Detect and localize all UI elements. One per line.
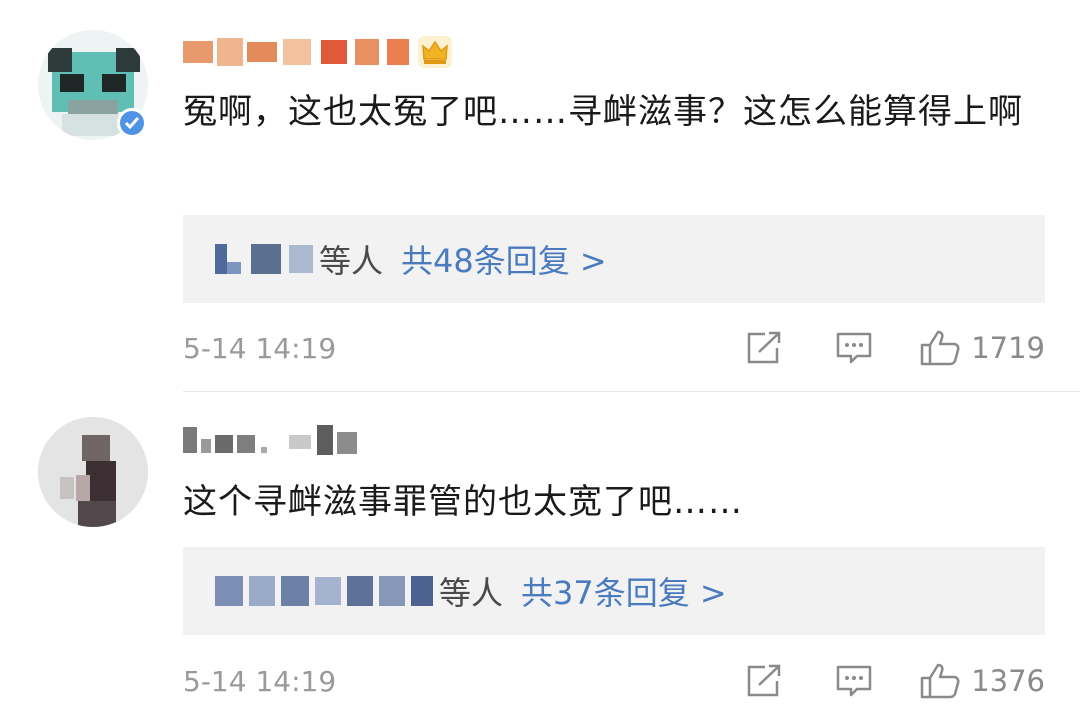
blurred-reply-names xyxy=(215,571,433,611)
reply-suffix: 等人 xyxy=(319,242,384,280)
reply-count-link[interactable]: 共37条回复 > xyxy=(521,568,727,614)
comment-icon xyxy=(836,332,872,364)
share-icon xyxy=(747,664,781,697)
comment-item: 冤啊，这也太冤了吧……寻衅滋事？这怎么能算得上啊 等人 共48条回复 > 5-1… xyxy=(0,0,1080,392)
crown-icon xyxy=(418,36,452,68)
reply-summary[interactable]: 等人 共37条回复 > xyxy=(183,547,1045,635)
reply-summary[interactable]: 等人 共48条回复 > xyxy=(183,215,1045,303)
comment-meta: 5-14 14:19 xyxy=(183,323,1045,373)
thumbs-up-icon xyxy=(920,663,960,699)
timestamp: 5-14 14:19 xyxy=(183,331,337,365)
blurred-username xyxy=(183,420,357,460)
like-count: 1376 xyxy=(971,664,1045,698)
username[interactable] xyxy=(183,420,357,460)
comment-actions: 1719 xyxy=(745,329,1045,367)
blurred-username xyxy=(183,32,409,72)
timestamp: 5-14 14:19 xyxy=(183,664,337,698)
thumbs-up-icon xyxy=(920,330,960,366)
comment-icon xyxy=(836,665,872,697)
like-button[interactable]: 1719 xyxy=(919,329,1045,367)
like-count: 1719 xyxy=(971,331,1045,365)
comment-text: 冤啊，这也太冤了吧……寻衅滋事？这怎么能算得上啊 xyxy=(183,92,1023,132)
comment-button[interactable] xyxy=(835,663,873,699)
username[interactable] xyxy=(183,32,453,72)
comment-text: 这个寻衅滋事罪管的也太宽了吧…… xyxy=(183,482,743,522)
like-button[interactable]: 1376 xyxy=(919,662,1045,700)
share-icon xyxy=(747,331,781,364)
reply-count-link[interactable]: 共48条回复 > xyxy=(401,236,607,282)
comment-actions: 1376 xyxy=(745,662,1045,700)
comment-item: 这个寻衅滋事罪管的也太宽了吧…… 等人 共37条回复 > 5-14 14:19 xyxy=(0,392,1080,715)
share-button[interactable] xyxy=(745,330,783,366)
share-button[interactable] xyxy=(745,663,783,699)
verified-icon xyxy=(117,108,147,138)
reply-suffix: 等人 xyxy=(439,574,504,612)
avatar[interactable] xyxy=(38,417,148,527)
comment-button[interactable] xyxy=(835,330,873,366)
comment-meta: 5-14 14:19 xyxy=(183,656,1045,706)
blurred-reply-names xyxy=(215,239,313,279)
